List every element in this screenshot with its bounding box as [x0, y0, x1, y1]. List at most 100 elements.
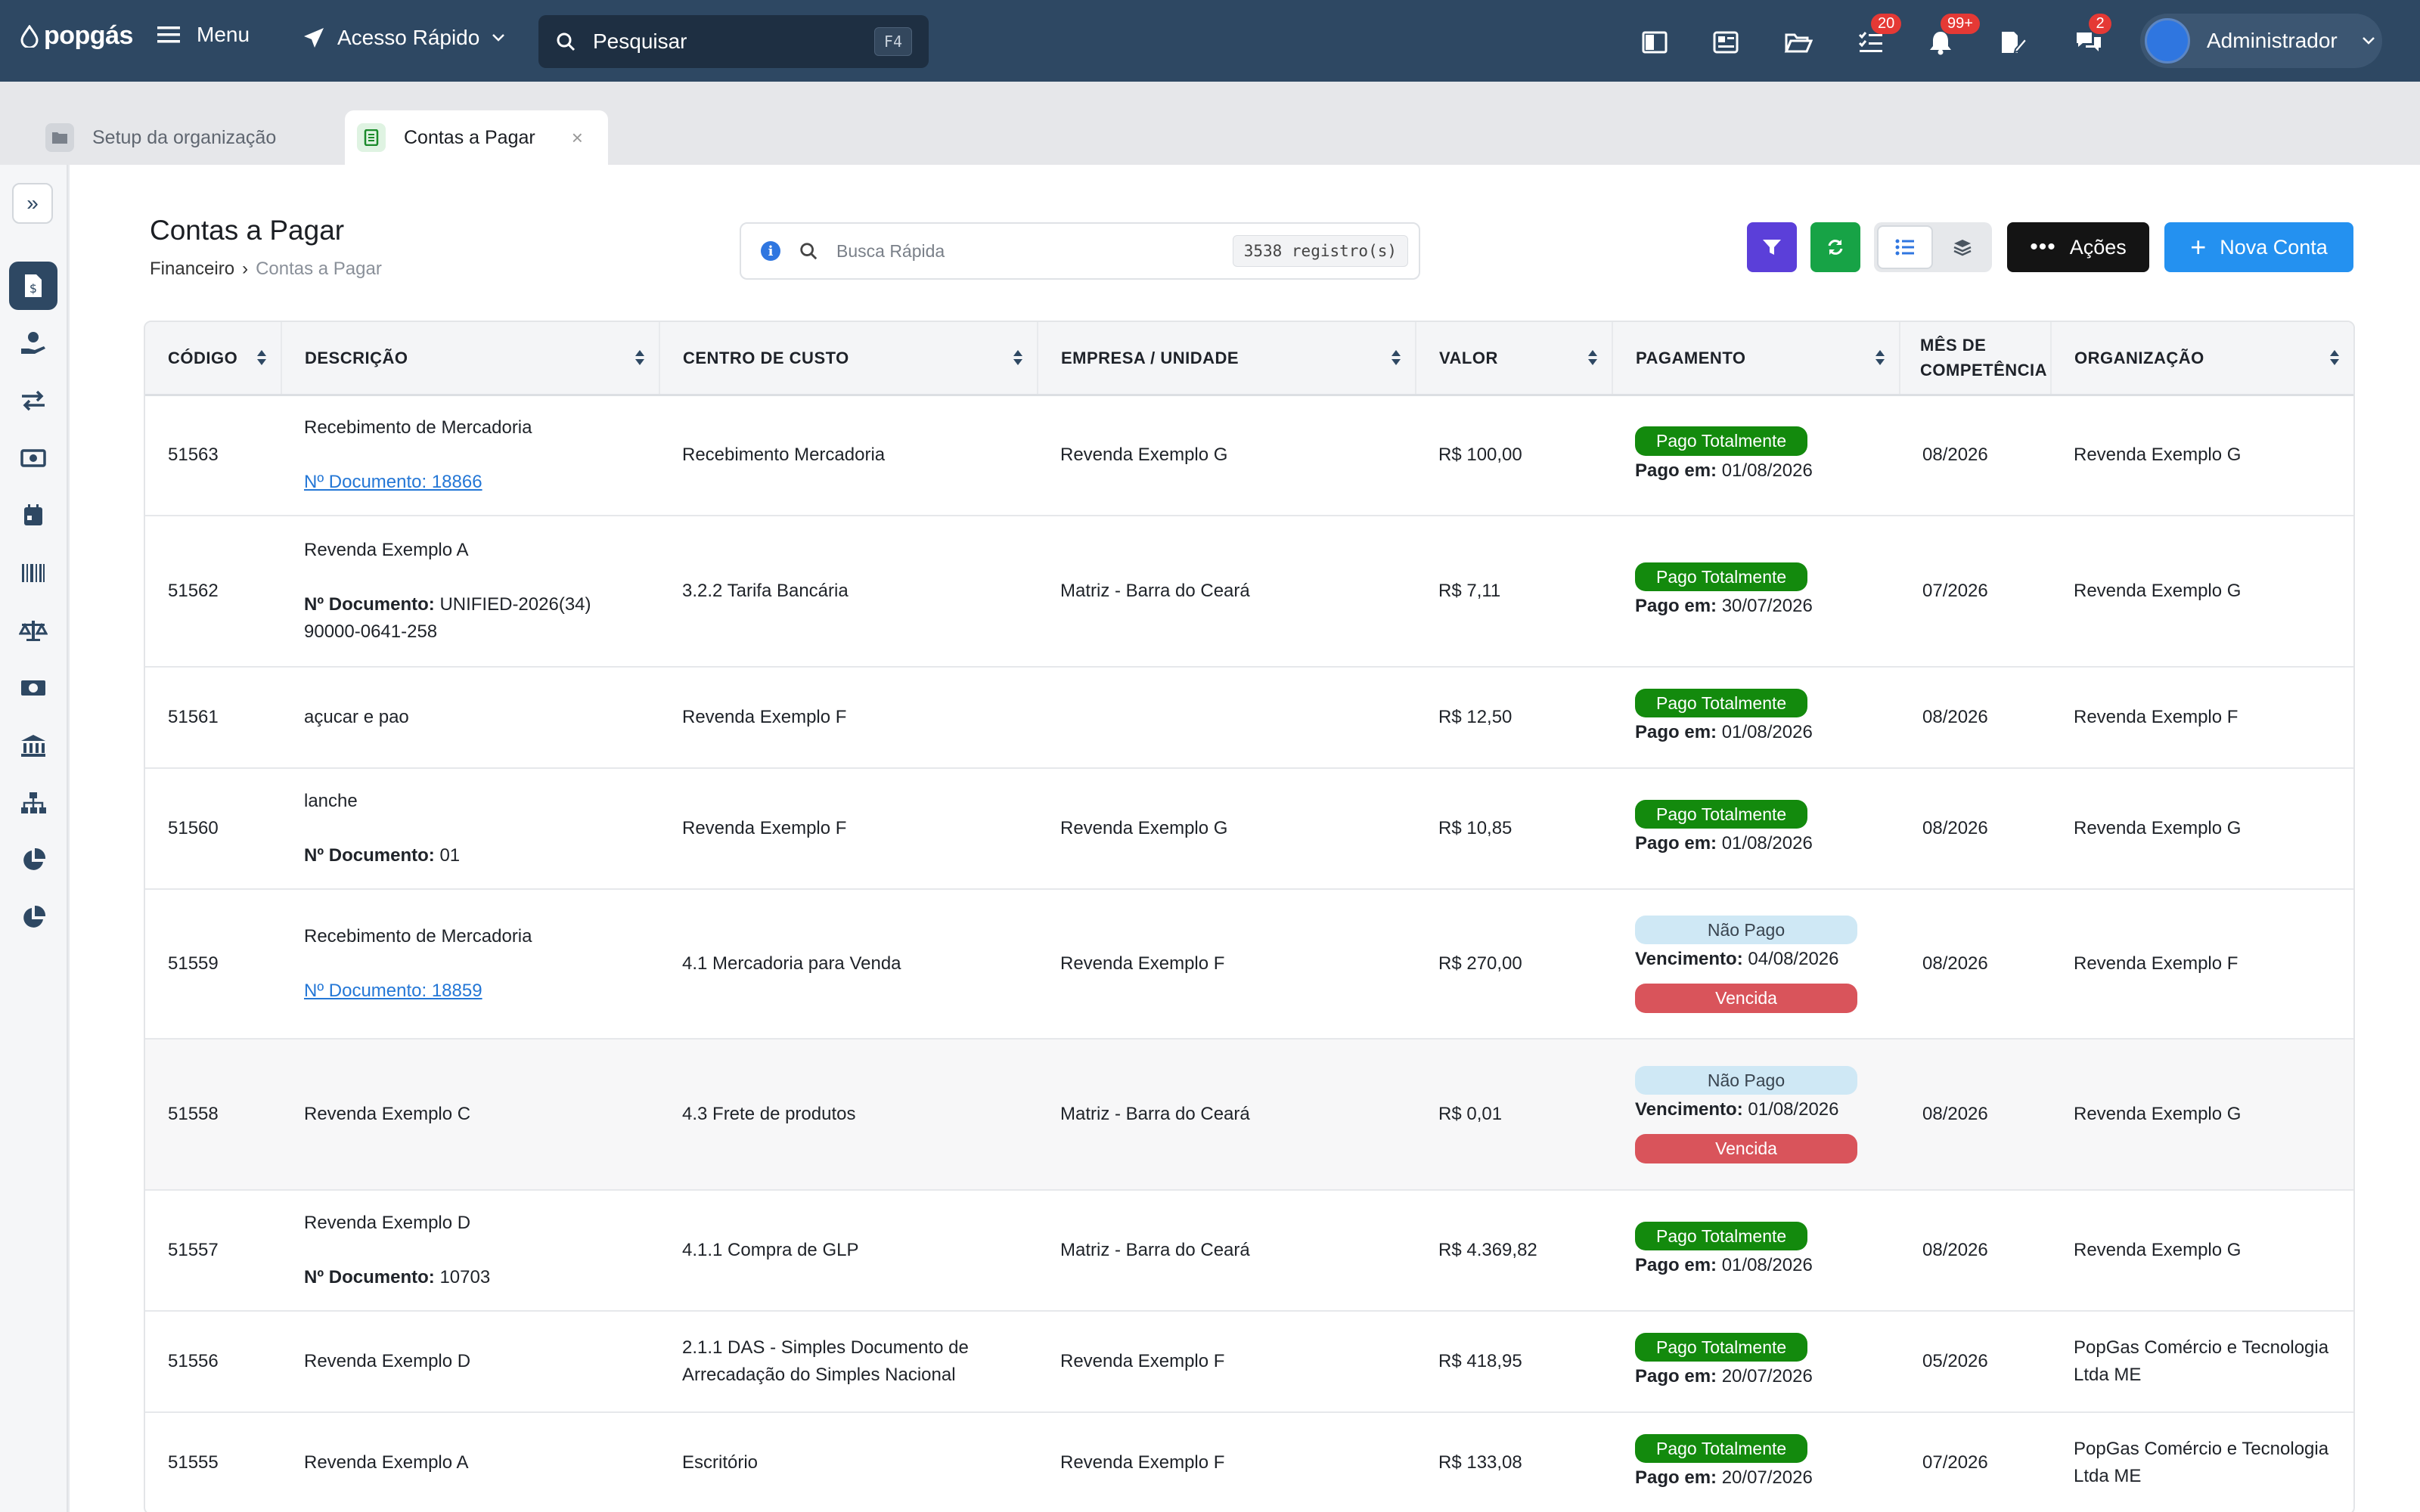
cell-centro-de-custo: 4.1 Mercadoria para Venda [659, 889, 1038, 1040]
table-row[interactable]: 51559 Recebimento de Mercadoria Nº Documen… [145, 889, 2353, 1040]
tab-contas-a-pagar[interactable]: Contas a Pagar × [345, 110, 608, 165]
cell-centro-de-custo: Recebimento Mercadoria [659, 395, 1038, 516]
sort-icon[interactable] [1013, 349, 1023, 367]
ellipsis-icon: ••• [2030, 234, 2056, 259]
close-icon[interactable]: × [572, 126, 583, 150]
column-header-descricao[interactable]: DESCRIÇÃO [281, 322, 660, 396]
quick-access-label: Acesso Rápido [337, 26, 480, 49]
user-menu[interactable]: Administrador [2140, 14, 2382, 68]
global-search-input[interactable]: Pesquisar F4 [538, 15, 929, 68]
column-header-valor[interactable]: VALOR [1416, 322, 1613, 396]
menu-button[interactable]: Menu [157, 23, 250, 47]
sidebar-item-relatorios[interactable] [9, 836, 57, 885]
sort-icon[interactable] [256, 349, 267, 367]
cell-centro-de-custo: 4.3 Frete de produtos [659, 1039, 1038, 1191]
sidebar-item-contas-a-pagar[interactable]: $ [9, 262, 57, 310]
column-header-organizacao[interactable]: ORGANIZAÇÃO [2051, 322, 2353, 396]
top-bar: popgás Menu Acesso Rápido Pesquisar F4 2… [0, 0, 2420, 82]
chat-icon[interactable]: 2 [2072, 14, 2111, 59]
scale-icon [19, 621, 48, 641]
sidebar-item-balanco[interactable] [9, 606, 57, 655]
tab-label: Contas a Pagar [404, 126, 535, 148]
sort-icon[interactable] [2329, 349, 2340, 367]
search-shortcut: F4 [873, 27, 912, 56]
sidebar-item-transferencias[interactable] [9, 376, 57, 425]
sitemap-icon [21, 792, 46, 813]
breadcrumb-financeiro[interactable]: Financeiro [150, 259, 234, 280]
quick-access-button[interactable]: Acesso Rápido [302, 26, 505, 50]
cell-codigo: 51558 [145, 1039, 281, 1191]
cell-pagamento: Não Pago Vencimento: 01/08/2026 Vencida [1612, 1039, 1900, 1191]
cell-organizacao: Revenda Exemplo G [2051, 1190, 2353, 1312]
column-header-centro-de-custo[interactable]: CENTRO DE CUSTO [659, 322, 1038, 396]
layers-view-button[interactable] [1936, 225, 1989, 269]
column-header-empresa-unidade[interactable]: EMPRESA / UNIDADE [1038, 322, 1416, 396]
cash-icon [21, 680, 45, 696]
table-row[interactable]: 51557 Revenda Exemplo D Nº Documento: 1070… [145, 1190, 2353, 1312]
cell-organizacao: PopGas Comércio e Tecnologia Ltda ME [2051, 1412, 2353, 1512]
info-icon[interactable]: i [761, 241, 780, 261]
main-content: Contas a Pagar Financeiro › Contas a Pag… [70, 165, 2420, 1512]
bell-icon[interactable]: 99+ [1924, 14, 1980, 59]
payment-date: Pago em: 01/08/2026 [1635, 722, 1813, 743]
quick-search-input[interactable]: i Busca Rápida 3538 registro(s) [740, 222, 1420, 280]
sidebar-item-bancos[interactable] [9, 721, 57, 770]
book-icon[interactable] [1638, 26, 1671, 59]
column-header-mes-competencia[interactable]: MÊS DE COMPETÊNCIA [1900, 322, 2052, 396]
table-row[interactable]: 51558 Revenda Exemplo C 4.3 Frete de produ… [145, 1039, 2353, 1191]
messages-badge: 2 [2089, 14, 2111, 34]
tab-setup-organizacao[interactable]: Setup da organização [33, 110, 343, 165]
folder-open-icon[interactable] [1782, 26, 1815, 59]
signature-icon[interactable] [1996, 26, 2030, 59]
expand-sidebar-button[interactable]: » [12, 183, 53, 224]
document-link[interactable]: Nº Documento: 18866 [304, 469, 482, 496]
refresh-button[interactable] [1810, 222, 1860, 272]
document-list-icon [357, 123, 386, 152]
filter-button[interactable] [1747, 222, 1797, 272]
sidebar-item-dashboard[interactable] [9, 894, 57, 942]
table-row[interactable]: 51562 Revenda Exemplo A Nº Documento: UNIF… [145, 516, 2353, 668]
column-header-pagamento[interactable]: PAGAMENTO [1612, 322, 1900, 396]
sidebar-item-estrutura[interactable] [9, 779, 57, 827]
payment-date: Pago em: 20/07/2026 [1635, 1467, 1813, 1489]
cell-codigo: 51561 [145, 667, 281, 769]
cell-empresa-unidade: Revenda Exemplo F [1038, 1311, 1416, 1413]
newspaper-icon[interactable] [1709, 26, 1742, 59]
table-row[interactable]: 51561 açucar e pao Revenda Exemplo F R$ 12,… [145, 667, 2353, 769]
table-row[interactable]: 51556 Revenda Exemplo D 2.1.1 DAS - Simple… [145, 1311, 2353, 1413]
cell-organizacao: PopGas Comércio e Tecnologia Ltda ME [2051, 1311, 2353, 1413]
sidebar-item-caixa[interactable] [9, 664, 57, 712]
cell-organizacao: Revenda Exemplo F [2051, 667, 2353, 769]
actions-button[interactable]: ••• Ações [2007, 222, 2149, 272]
cell-valor: R$ 133,08 [1416, 1412, 1612, 1512]
sidebar-item-conciliacao[interactable] [9, 434, 57, 482]
table-row[interactable]: 51563 Recebimento de Mercadoria Nº Documen… [145, 395, 2353, 516]
status-badge: Pago Totalmente [1635, 562, 1808, 592]
cell-centro-de-custo: 3.2.2 Tarifa Bancária [659, 516, 1038, 668]
cell-descricao: Recebimento de Mercadoria Nº Documento: 1… [281, 395, 659, 516]
list-view-button[interactable] [1877, 225, 1933, 269]
task-list-icon[interactable]: 20 [1854, 14, 1902, 59]
sort-icon[interactable] [1587, 349, 1598, 367]
table-row[interactable]: 51555 Revenda Exemplo A Escritório Revenda … [145, 1412, 2353, 1512]
cell-valor: R$ 0,01 [1416, 1039, 1612, 1191]
app-logo-text: popgás [44, 21, 133, 50]
sort-icon[interactable] [1391, 349, 1401, 367]
cell-organizacao: Revenda Exemplo F [2051, 889, 2353, 1040]
sort-icon[interactable] [634, 349, 645, 367]
cell-empresa-unidade: Revenda Exemplo F [1038, 889, 1416, 1040]
table-row[interactable]: 51560 lanche Nº Documento: 01 Revenda Exemp… [145, 768, 2353, 890]
column-header-codigo[interactable]: CÓDIGO [145, 322, 282, 396]
sort-icon[interactable] [1875, 349, 1885, 367]
cell-mes-competencia: 08/2026 [1900, 768, 2051, 890]
cell-descricao: lanche Nº Documento: 01 [281, 768, 659, 890]
app-logo[interactable]: popgás [20, 21, 133, 51]
sidebar-item-boletos[interactable] [9, 549, 57, 597]
sidebar-item-agenda[interactable] [9, 491, 57, 540]
status-badge: Pago Totalmente [1635, 688, 1808, 718]
sidebar-item-receber[interactable] [9, 319, 57, 367]
cell-valor: R$ 100,00 [1416, 395, 1612, 516]
new-account-button[interactable]: + Nova Conta [2164, 222, 2353, 272]
pie-chart-icon [23, 847, 46, 870]
document-link[interactable]: Nº Documento: 18859 [304, 978, 482, 1005]
